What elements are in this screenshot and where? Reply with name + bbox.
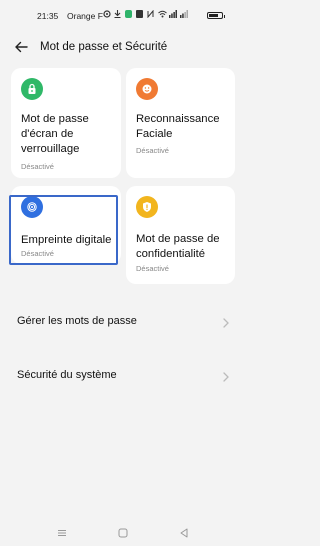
- nfc-icon: [147, 9, 154, 19]
- card-label: Reconnaissance Faciale: [136, 113, 220, 140]
- card-status: Désactivé: [136, 146, 169, 155]
- card-screen-lock-password[interactable]: Mot de passe d'écran de verrouillage Dés…: [11, 68, 121, 178]
- menu-icon[interactable]: [57, 525, 67, 536]
- home-icon[interactable]: [118, 525, 128, 538]
- list-item-manage-passwords[interactable]: Gérer les mots de passe: [0, 304, 246, 340]
- back-icon[interactable]: [179, 525, 189, 538]
- list-item-label: Gérer les mots de passe: [17, 315, 137, 327]
- navigation-bar: [0, 515, 246, 545]
- face-icon: [136, 78, 158, 100]
- back-arrow-icon[interactable]: [14, 40, 28, 54]
- status-icons: [103, 9, 188, 19]
- list-item-system-security[interactable]: Sécurité du système: [0, 358, 246, 394]
- chevron-right-icon: [222, 370, 230, 382]
- status-carrier: Orange F: [67, 11, 103, 21]
- card-label: Mot de passe de confidentialité: [136, 233, 220, 260]
- card-label: Mot de passe d'écran de verrouillage: [21, 113, 89, 155]
- selection-highlight: [9, 195, 118, 265]
- header: Mot de passe et Sécurité: [0, 34, 246, 62]
- card-privacy-password[interactable]: Mot de passe de confidentialité Désactiv…: [126, 186, 235, 284]
- lock-icon: [21, 78, 43, 100]
- signal-2-icon: [180, 10, 188, 18]
- download-icon: [114, 10, 121, 19]
- app-notification-icon: [125, 10, 132, 18]
- battery-icon: [207, 12, 225, 19]
- wifi-icon: [158, 10, 167, 18]
- card-status: Désactivé: [21, 162, 54, 171]
- sim-icon: [136, 10, 143, 18]
- status-time: 21:35: [37, 11, 59, 21]
- card-face-recognition[interactable]: Reconnaissance Faciale Désactivé: [126, 68, 235, 178]
- status-bar: 21:35 Orange F: [0, 0, 246, 30]
- shield-icon: [136, 196, 158, 218]
- settings-gear-icon: [103, 10, 111, 18]
- chevron-right-icon: [222, 316, 230, 328]
- signal-icon: [169, 10, 177, 18]
- card-status: Désactivé: [136, 264, 169, 273]
- page-title: Mot de passe et Sécurité: [40, 41, 168, 53]
- list-item-label: Sécurité du système: [17, 369, 117, 381]
